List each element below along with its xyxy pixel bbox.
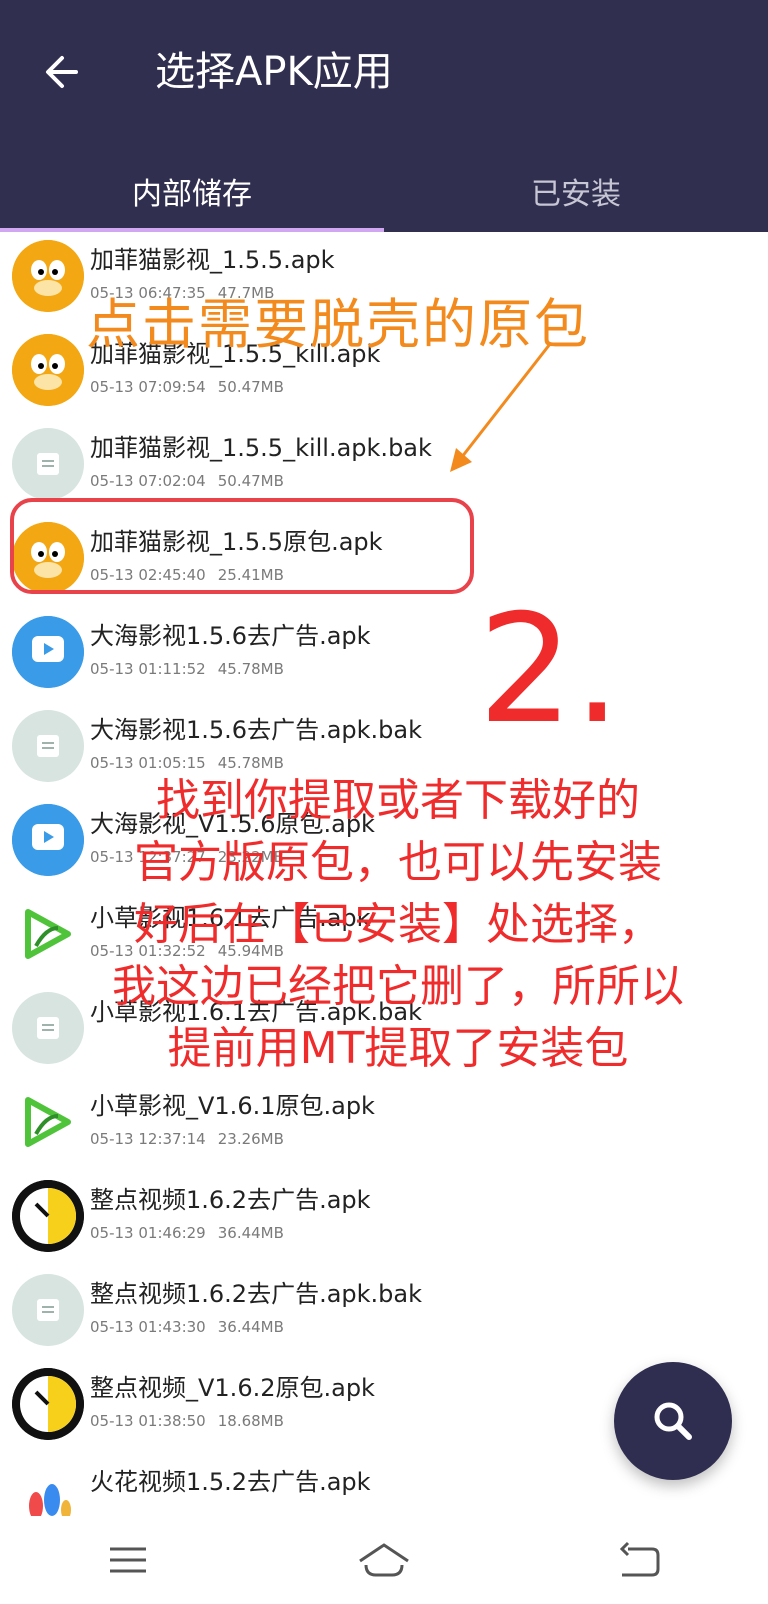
tab-bar: 内部储存 已安装 [0, 150, 768, 232]
tab-installed-label: 已安装 [531, 177, 621, 212]
file-meta: 05-13 12:37:14 23.26MB [90, 1130, 296, 1148]
file-size: 36.44MB [217, 1224, 284, 1242]
tab-internal-storage[interactable]: 内部储存 [0, 150, 384, 232]
file-size: 45.78MB [217, 660, 284, 678]
file-name: 加菲猫影视_1.5.5_kill.apk.bak [90, 434, 432, 462]
file-name: 整点视频1.6.2去广告.apk.bak [90, 1280, 423, 1308]
list-item[interactable]: 整点视频1.6.2去广告.apk 05-13 01:46:29 36.44MB [0, 1172, 768, 1268]
file-name: 大海影视1.5.6去广告.apk [90, 622, 371, 650]
nav-back-button[interactable] [595, 1530, 685, 1590]
tab-installed[interactable]: 已安装 [384, 150, 768, 232]
file-date: 05-13 01:46:29 [90, 1224, 206, 1242]
page-title: 选择APK应用 [155, 49, 393, 95]
list-item[interactable]: 整点视频1.6.2去广告.apk.bak 05-13 01:43:30 36.44… [0, 1266, 768, 1362]
file-date: 05-13 01:43:30 [90, 1318, 206, 1336]
annotation-line: 好后在【已安装】处选择， [134, 899, 662, 950]
file-name: 整点视频1.6.2去广告.apk [90, 1186, 371, 1214]
file-size: 50.47MB [217, 378, 284, 396]
zhengdian-icon [12, 1180, 84, 1252]
annotation-line: 官方版原包，也可以先安装 [134, 837, 662, 888]
file-size: 18.68MB [217, 1412, 284, 1430]
file-name: 小草影视_V1.6.1原包.apk [90, 1092, 375, 1120]
file-date: 05-13 07:09:54 [90, 378, 206, 396]
garfield-icon [12, 334, 84, 406]
search-icon [654, 1402, 692, 1440]
file-meta: 05-13 01:11:52 45.78MB [90, 660, 296, 678]
arrow-left-icon [46, 56, 78, 88]
annotation-instructions: 找到你提取或者下载好的 官方版原包，也可以先安装 好后在【已安装】处选择， 我这… [58, 770, 738, 1080]
file-name: 加菲猫影视_1.5.5.apk [90, 246, 335, 274]
file-date: 05-13 01:11:52 [90, 660, 206, 678]
zhengdian-icon [12, 1368, 84, 1440]
annotation-line: 找到你提取或者下载好的 [156, 775, 640, 826]
file-date: 05-13 12:37:14 [90, 1130, 206, 1148]
list-item[interactable]: 小草影视_V1.6.1原包.apk 05-13 12:37:14 23.26MB [0, 1078, 768, 1174]
list-item[interactable]: 大海影视1.5.6去广告.apk 05-13 01:11:52 45.78MB [0, 608, 768, 704]
annotation-line: 我这边已经把它删了，所所以 [112, 961, 684, 1012]
file-name: 大海影视1.5.6去广告.apk.bak [90, 716, 423, 744]
file-icon [12, 428, 84, 500]
xiaocao-icon [12, 1086, 84, 1158]
file-name: 整点视频_V1.6.2原包.apk [90, 1374, 375, 1402]
annotation-line: 提前用MT提取了安装包 [167, 1023, 629, 1074]
system-nav-bar [0, 1516, 768, 1604]
tab-internal-storage-label: 内部储存 [132, 177, 252, 212]
file-size: 23.26MB [217, 1130, 284, 1148]
file-size: 36.44MB [217, 1318, 284, 1336]
back-button[interactable] [34, 44, 90, 100]
huohua-icon [12, 1462, 84, 1516]
file-meta: 05-13 01:46:29 36.44MB [90, 1224, 296, 1242]
menu-icon [110, 1547, 146, 1573]
search-button[interactable] [614, 1362, 732, 1480]
app-bar: 选择APK应用 内部储存 已安装 [0, 0, 768, 232]
nav-home-button[interactable] [339, 1530, 429, 1590]
file-meta: 05-13 01:38:50 18.68MB [90, 1412, 296, 1430]
dahai-icon [12, 616, 84, 688]
garfield-icon [12, 240, 84, 312]
file-date: 05-13 07:02:04 [90, 472, 206, 490]
file-icon [12, 1274, 84, 1346]
file-meta: 05-13 07:09:54 50.47MB [90, 378, 296, 396]
back-nav-icon [619, 1541, 660, 1577]
file-name: 火花视频1.5.2去广告.apk [90, 1468, 371, 1496]
file-meta: 05-13 01:43:30 36.44MB [90, 1318, 296, 1336]
annotation-step-number: 2. [478, 583, 622, 757]
annotation-arrow [450, 343, 552, 472]
highlight-box [10, 498, 474, 594]
home-icon [359, 1543, 409, 1577]
file-size: 50.47MB [217, 472, 284, 490]
file-meta: 05-13 07:02:04 50.47MB [90, 472, 296, 490]
file-date: 05-13 01:38:50 [90, 1412, 206, 1430]
nav-menu-button[interactable] [83, 1530, 173, 1590]
